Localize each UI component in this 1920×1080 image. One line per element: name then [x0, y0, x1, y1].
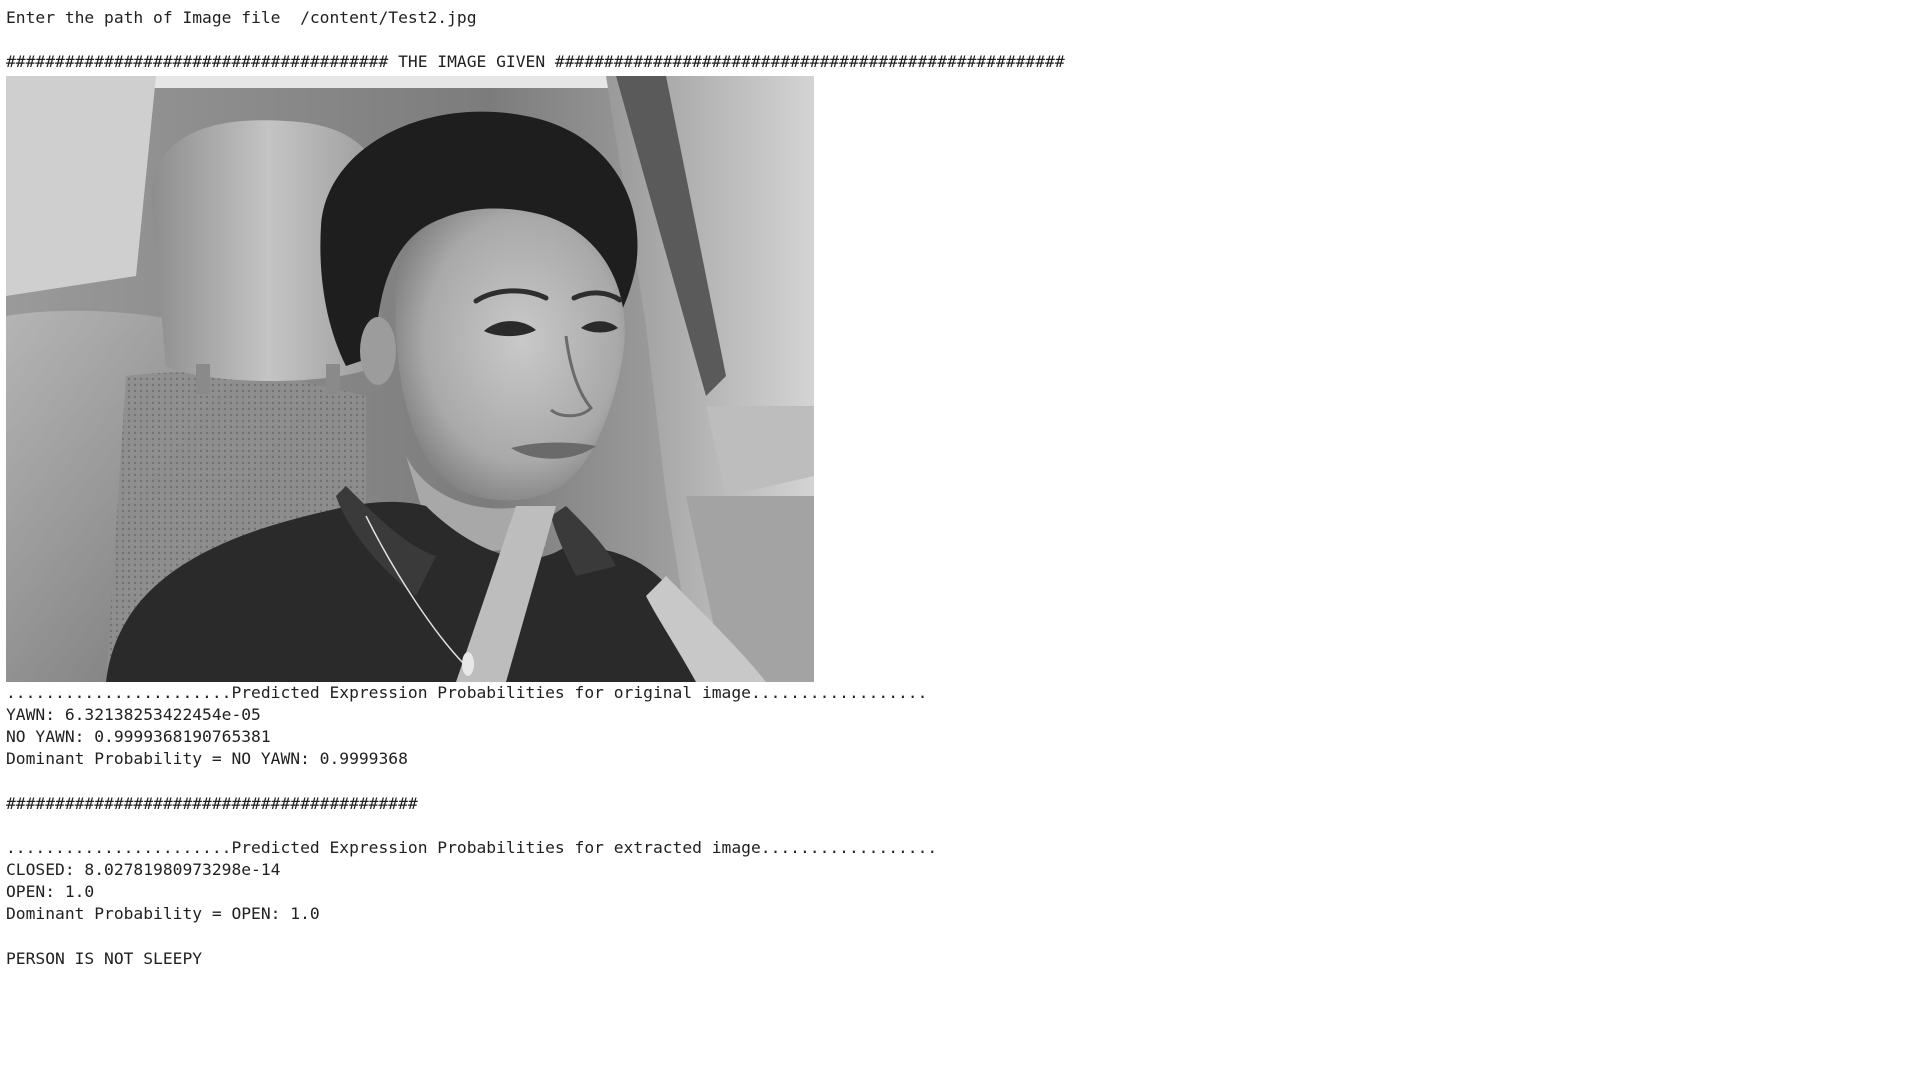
path-prompt-value[interactable]: /content/Test2.jpg — [300, 8, 476, 27]
driver-photo — [6, 75, 814, 682]
original-heading: .......................Predicted Express… — [6, 682, 928, 702]
image-header: ####################################### … — [6, 52, 1065, 72]
original-line-dominant: Dominant Probability = NO YAWN: 0.999936… — [6, 749, 408, 769]
verdict-line: PERSON IS NOT SLEEPY — [6, 948, 203, 968]
extracted-heading: .......................Predicted Express… — [6, 837, 938, 857]
notebook-output: Enter the path of Image file /content/Te… — [6, 7, 1906, 970]
extracted-line-closed: CLOSED: 8.02781980973298e-14 — [6, 860, 281, 880]
extracted-line-open: OPEN: 1.0 — [6, 882, 95, 902]
original-line-no-yawn: NO YAWN: 0.9999368190765381 — [6, 726, 271, 746]
path-prompt-label: Enter the path of Image file — [6, 8, 291, 27]
separator-line: ########################################… — [6, 793, 418, 813]
path-prompt-line: Enter the path of Image file /content/Te… — [6, 7, 1906, 29]
extracted-line-dominant: Dominant Probability = OPEN: 1.0 — [6, 904, 320, 924]
original-line-yawn: YAWN: 6.32138253422454e-05 — [6, 704, 261, 724]
